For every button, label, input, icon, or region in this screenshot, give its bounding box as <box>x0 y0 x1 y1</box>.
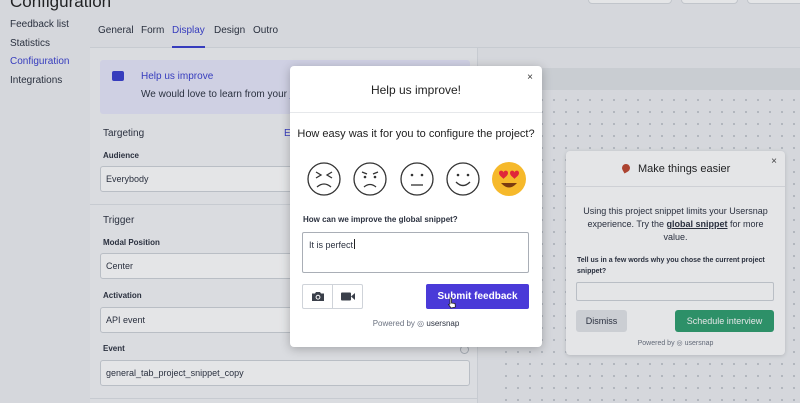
rating-question: How easy was it for you to configure the… <box>297 128 535 140</box>
brand-name: usersnap <box>426 319 460 328</box>
improve-label: How can we improve the global snippet? <box>303 215 458 224</box>
attachment-tools <box>302 284 363 309</box>
camera-icon <box>311 292 324 301</box>
very-difficult-face-icon[interactable] <box>306 161 342 197</box>
easy-face-icon[interactable] <box>445 161 481 197</box>
text-caret <box>354 239 356 249</box>
close-icon[interactable]: × <box>527 72 533 83</box>
hand-cursor-icon <box>447 297 456 309</box>
difficult-face-icon[interactable] <box>352 161 388 197</box>
love-face-icon[interactable] <box>491 161 527 197</box>
modal-header: Help us improve! × <box>290 66 542 113</box>
powered-by-text: Powered by <box>372 319 415 328</box>
rating-scale <box>306 161 528 197</box>
feedback-text: It is perfect <box>309 240 354 250</box>
neutral-face-icon[interactable] <box>399 161 435 197</box>
submit-feedback-button[interactable]: Submit feedback <box>426 284 529 309</box>
usersnap-logo-icon: ◎ <box>417 319 425 328</box>
video-camera-icon <box>341 292 355 301</box>
powered-by: Powered by ◎ usersnap <box>290 319 542 328</box>
record-video-button[interactable] <box>333 285 363 308</box>
screenshot-button[interactable] <box>303 285 333 308</box>
feedback-textarea[interactable]: It is perfect <box>302 232 529 273</box>
feedback-modal: Help us improve! × How easy was it for y… <box>290 66 542 347</box>
modal-title: Help us improve! <box>370 83 462 97</box>
